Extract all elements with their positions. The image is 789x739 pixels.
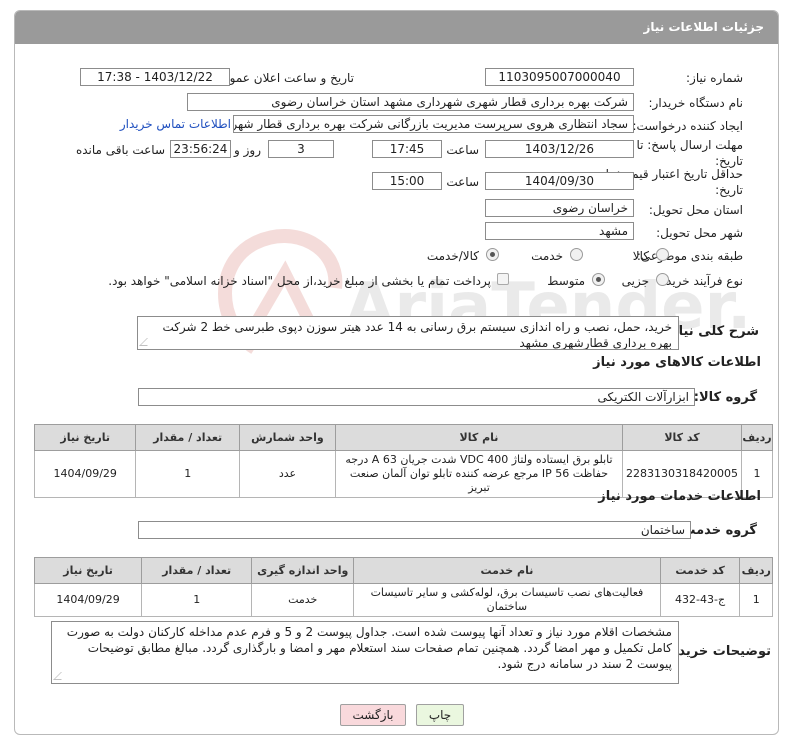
services-col-index: ردیف: [739, 557, 773, 584]
goods-col-date: تاریخ نیاز: [33, 424, 137, 451]
print-button[interactable]: چاپ: [416, 704, 464, 726]
services-col-qty: تعداد / مقدار: [141, 557, 253, 584]
process-label: نوع فرآیند خرید :: [658, 274, 743, 288]
services-row-code: ج-43-432: [659, 583, 741, 617]
announce-date-label: تاریخ و ساعت اعلان عمومی:: [209, 71, 354, 85]
goods-table-header: ردیف کد کالا نام کالا واحد شمارش تعداد /…: [33, 424, 773, 451]
services-col-code: کد خدمت: [659, 557, 741, 584]
deadline-date-label: تاریخ:: [715, 154, 743, 168]
services-row-qty: 1: [141, 583, 253, 617]
need-number-field: 1103095007000040: [485, 68, 634, 86]
city-label: شهر محل تحویل:: [656, 226, 743, 240]
services-col-name: نام خدمت: [353, 557, 661, 584]
process-radio-minor[interactable]: [656, 273, 669, 286]
services-row-name: فعالیت‌های نصب تاسیسات برق، لوله‌کشی و س…: [353, 583, 661, 617]
requester-field: سجاد انتظاری هروی سرپرست مدیریت بازرگانی…: [233, 115, 634, 133]
province-label: استان محل تحویل:: [648, 203, 743, 217]
validity-date-field: 1404/09/30: [485, 172, 634, 190]
category-radio-service[interactable]: [570, 248, 583, 261]
goods-group-field: ابزارآلات الکتریکی: [138, 388, 695, 406]
services-row-unit: خدمت: [251, 583, 355, 617]
goods-col-code: کد کالا: [622, 424, 743, 451]
services-col-unit: واحد اندازه گیری: [251, 557, 355, 584]
services-table: ردیف کد خدمت نام خدمت واحد اندازه گیری ت…: [33, 557, 773, 617]
need-number-label: شماره نیاز:: [686, 71, 743, 85]
goods-col-unit: واحد شمارش: [238, 424, 336, 451]
services-group-field: ساختمان: [138, 521, 691, 539]
validity-time-label: ساعت: [446, 175, 479, 189]
treasury-checkbox[interactable]: [497, 273, 509, 285]
goods-col-index: ردیف: [741, 424, 773, 451]
validity-date-label: تاریخ:: [715, 183, 743, 197]
goods-row-qty: 1: [135, 450, 240, 498]
services-section-title: اطلاعات خدمات مورد نیاز: [598, 489, 761, 504]
announce-date-field: 1403/12/22 - 17:38: [80, 68, 230, 86]
buyer-notes-textarea: مشخصات اقلام مورد نیاز و تعداد آنها پیوس…: [51, 621, 679, 684]
goods-section-title: اطلاعات کالاهای مورد نیاز: [593, 355, 761, 370]
category-radio-goods[interactable]: [656, 248, 669, 261]
days-label: روز و: [234, 143, 261, 157]
deadline-date-field: 1403/12/26: [485, 140, 634, 158]
panel-header: جزئیات اطلاعات نیاز: [15, 11, 778, 44]
goods-row-date: 1404/09/29: [33, 450, 137, 498]
process-radio-medium[interactable]: [592, 273, 605, 286]
goods-row-name: تابلو برق ایستاده ولتاژ VDC 400 شدت جریا…: [334, 450, 624, 498]
description-textarea: خرید، حمل، نصب و راه اندازی سیستم برق رس…: [137, 316, 679, 350]
treasury-note: پرداخت تمام یا بخشی از مبلغ خرید،از محل …: [108, 274, 491, 288]
back-button[interactable]: بازگشت: [340, 704, 406, 726]
requester-label: ایجاد کننده درخواست:: [632, 119, 743, 133]
category-option-service: خدمت: [531, 249, 563, 263]
remaining-time-label: ساعت باقی مانده: [75, 143, 165, 157]
panel-title: جزئیات اطلاعات نیاز: [643, 20, 764, 34]
buyer-org-label: نام دستگاه خریدار:: [648, 96, 744, 110]
services-row-index: 1: [739, 583, 773, 617]
services-row-date: 1404/09/29: [33, 583, 143, 617]
category-option-goods: کالا: [632, 249, 649, 263]
goods-col-name: نام کالا: [334, 424, 624, 451]
goods-group-label: گروه کالا:: [693, 390, 757, 405]
goods-col-qty: تعداد / مقدار: [135, 424, 240, 451]
validity-time-field: 15:00: [372, 172, 442, 190]
deadline-label: مهلت ارسال پاسخ: تا: [636, 138, 743, 152]
process-option-minor: جزیی: [621, 274, 649, 288]
description-text: خرید، حمل، نصب و راه اندازی سیستم برق رس…: [162, 320, 672, 350]
goods-table: ردیف کد کالا نام کالا واحد شمارش تعداد /…: [33, 424, 773, 498]
category-option-goods-service: کالا/خدمت: [426, 249, 479, 263]
services-table-header: ردیف کد خدمت نام خدمت واحد اندازه گیری ت…: [33, 557, 773, 584]
buyer-notes-text: مشخصات اقلام مورد نیاز و تعداد آنها پیوس…: [66, 625, 672, 671]
days-remaining-field: 3: [268, 140, 334, 158]
goods-row-unit: عدد: [238, 450, 336, 498]
process-option-medium: متوسط: [547, 274, 585, 288]
deadline-time-field: 17:45: [372, 140, 442, 158]
table-row: 1 ج-43-432 فعالیت‌های نصب تاسیسات برق، ل…: [33, 583, 773, 617]
city-field: مشهد: [485, 222, 634, 240]
category-label: طبقه بندی موضوعی:: [636, 249, 743, 263]
deadline-time-label: ساعت: [446, 143, 479, 157]
buyer-org-field: شرکت بهره برداری قطار شهری شهرداری مشهد …: [187, 93, 634, 111]
description-label: شرح کلی نیاز:: [665, 324, 759, 339]
buyer-contact-link[interactable]: اطلاعات تماس خریدار: [120, 117, 231, 131]
remaining-time-field: 23:56:24: [170, 140, 231, 158]
category-radio-goods-service[interactable]: [486, 248, 499, 261]
province-field: خراسان رضوی: [485, 199, 634, 217]
services-col-date: تاریخ نیاز: [33, 557, 143, 584]
